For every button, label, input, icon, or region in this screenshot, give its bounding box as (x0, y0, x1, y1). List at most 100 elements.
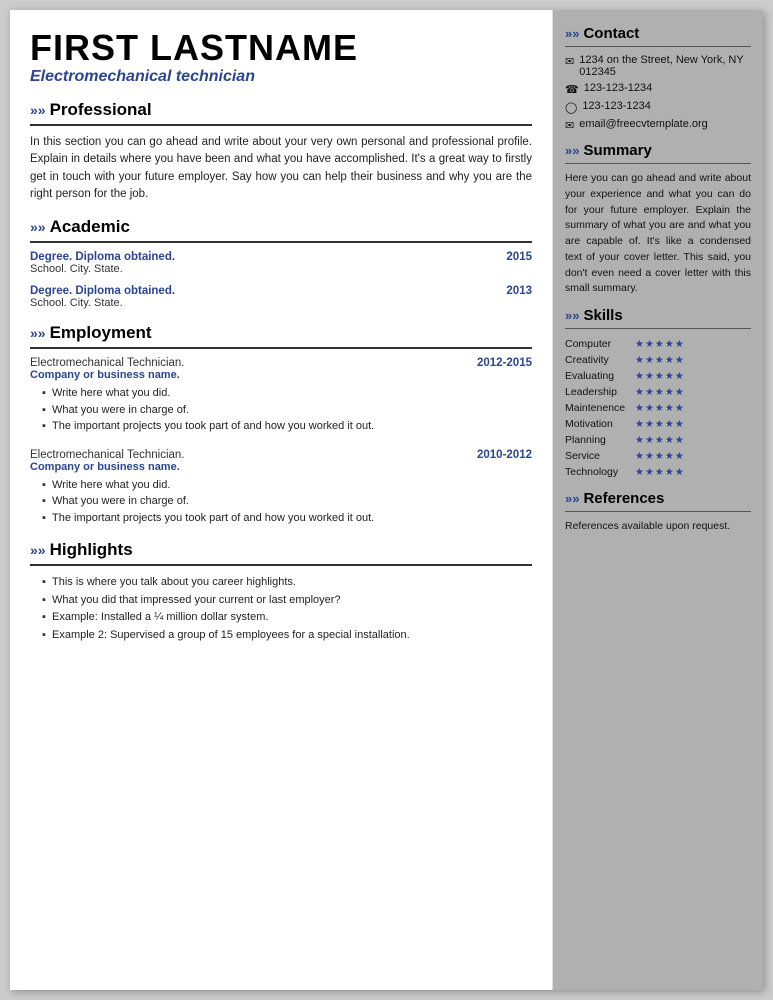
contact-arrow-icon: »» (565, 26, 579, 41)
job-line-1: Electromechanical Technician. 2012-2015 (30, 357, 532, 369)
references-divider (565, 511, 751, 512)
bullet-2-3: The important projects you took part of … (42, 510, 532, 527)
skill-row: Motivation★★★★★ (565, 416, 751, 432)
professional-header: »» Professional (30, 100, 532, 120)
skill-row: Technology★★★★★ (565, 464, 751, 480)
highlight-4: Example 2: Supervised a group of 15 empl… (42, 627, 532, 645)
academic-entry-2: Degree. Diploma obtained. 2013 School. C… (30, 285, 532, 309)
contact-address-text: 1234 on the Street, New York, NY 012345 (579, 54, 751, 78)
academic-degree-line-2: Degree. Diploma obtained. 2013 (30, 285, 532, 297)
bullet-1-2: What you were in charge of. (42, 402, 532, 419)
employment-entry-2: Electromechanical Technician. 2010-2012 … (30, 449, 532, 527)
skills-arrow-icon: »» (565, 308, 579, 323)
skill-stars: ★★★★★ (635, 400, 751, 416)
degree-title-2: Degree. Diploma obtained. (30, 285, 175, 297)
full-name: FIRST LASTNAME (30, 30, 532, 66)
skills-table: Computer★★★★★Creativity★★★★★Evaluating★★… (565, 336, 751, 480)
job-title-1: Electromechanical Technician. (30, 357, 184, 369)
employment-entry-1: Electromechanical Technician. 2012-2015 … (30, 357, 532, 435)
skill-name: Maintenence (565, 400, 635, 416)
skill-name: Motivation (565, 416, 635, 432)
summary-label: Summary (583, 142, 651, 159)
company-2: Company or business name. (30, 461, 532, 473)
academic-entry-1: Degree. Diploma obtained. 2015 School. C… (30, 251, 532, 275)
academic-header: »» Academic (30, 217, 532, 237)
employment-divider (30, 347, 532, 349)
professional-text: In this section you can go ahead and wri… (30, 134, 532, 203)
degree-year-2: 2013 (506, 285, 532, 297)
professional-arrow-icon: »» (30, 102, 46, 118)
skill-row: Creativity★★★★★ (565, 352, 751, 368)
degree-year-1: 2015 (506, 251, 532, 263)
academic-label: Academic (50, 217, 130, 237)
skills-divider (565, 328, 751, 329)
contact-header: »» Contact (565, 25, 751, 42)
references-label: References (583, 490, 664, 507)
skill-row: Leadership★★★★★ (565, 384, 751, 400)
skill-name: Evaluating (565, 368, 635, 384)
highlight-2: What you did that impressed your current… (42, 592, 532, 610)
contact-phone2: ◯ 123-123-1234 (565, 100, 751, 114)
right-column: »» Contact ✉ 1234 on the Street, New Yor… (553, 10, 763, 990)
name-block: FIRST LASTNAME Electromechanical technic… (30, 30, 532, 86)
degree-title-1: Degree. Diploma obtained. (30, 251, 175, 263)
school-1: School. City. State. (30, 263, 532, 275)
bullet-list-1: Write here what you did. What you were i… (30, 385, 532, 435)
address-icon: ✉ (565, 55, 574, 68)
skill-name: Leadership (565, 384, 635, 400)
job-title: Electromechanical technician (30, 68, 532, 86)
company-1: Company or business name. (30, 369, 532, 381)
professional-label: Professional (50, 100, 152, 120)
skills-label: Skills (583, 307, 622, 324)
contact-phone2-text: 123-123-1234 (582, 100, 651, 112)
academic-arrow-icon: »» (30, 219, 46, 235)
bullet-1-3: The important projects you took part of … (42, 418, 532, 435)
contact-email-text: email@freecvtemplate.org (579, 118, 708, 130)
skill-stars: ★★★★★ (635, 368, 751, 384)
highlight-1: This is where you talk about you career … (42, 574, 532, 592)
references-header: »» References (565, 490, 751, 507)
academic-divider (30, 241, 532, 243)
skill-row: Service★★★★★ (565, 448, 751, 464)
contact-address: ✉ 1234 on the Street, New York, NY 01234… (565, 54, 751, 78)
highlights-header: »» Highlights (30, 540, 532, 560)
phone2-icon: ◯ (565, 101, 577, 114)
highlights-divider (30, 564, 532, 566)
skill-stars: ★★★★★ (635, 384, 751, 400)
job-dates-1: 2012-2015 (477, 357, 532, 369)
employment-header: »» Employment (30, 323, 532, 343)
skill-row: Maintenence★★★★★ (565, 400, 751, 416)
summary-divider (565, 163, 751, 164)
skill-row: Computer★★★★★ (565, 336, 751, 352)
skill-name: Service (565, 448, 635, 464)
highlights-arrow-icon: »» (30, 542, 46, 558)
highlights-list: This is where you talk about you career … (30, 574, 532, 644)
skills-header: »» Skills (565, 307, 751, 324)
resume-page: FIRST LASTNAME Electromechanical technic… (10, 10, 763, 990)
contact-divider (565, 46, 751, 47)
skill-name: Creativity (565, 352, 635, 368)
bullet-1-1: Write here what you did. (42, 385, 532, 402)
contact-phone1-text: 123-123-1234 (584, 82, 653, 94)
contact-email: ✉ email@freecvtemplate.org (565, 118, 751, 132)
phone1-icon: ☎ (565, 83, 579, 96)
skill-stars: ★★★★★ (635, 336, 751, 352)
references-text: References available upon request. (565, 519, 751, 535)
email-icon: ✉ (565, 119, 574, 132)
job-line-2: Electromechanical Technician. 2010-2012 (30, 449, 532, 461)
highlight-3: Example: Installed a ¼ million dollar sy… (42, 609, 532, 627)
summary-header: »» Summary (565, 142, 751, 159)
highlights-label: Highlights (50, 540, 133, 560)
employment-label: Employment (50, 323, 152, 343)
professional-divider (30, 124, 532, 126)
school-2: School. City. State. (30, 297, 532, 309)
skill-stars: ★★★★★ (635, 432, 751, 448)
summary-arrow-icon: »» (565, 143, 579, 158)
skill-row: Planning★★★★★ (565, 432, 751, 448)
summary-text: Here you can go ahead and write about yo… (565, 171, 751, 297)
references-arrow-icon: »» (565, 491, 579, 506)
skill-name: Computer (565, 336, 635, 352)
skill-name: Technology (565, 464, 635, 480)
skill-stars: ★★★★★ (635, 448, 751, 464)
skill-stars: ★★★★★ (635, 464, 751, 480)
